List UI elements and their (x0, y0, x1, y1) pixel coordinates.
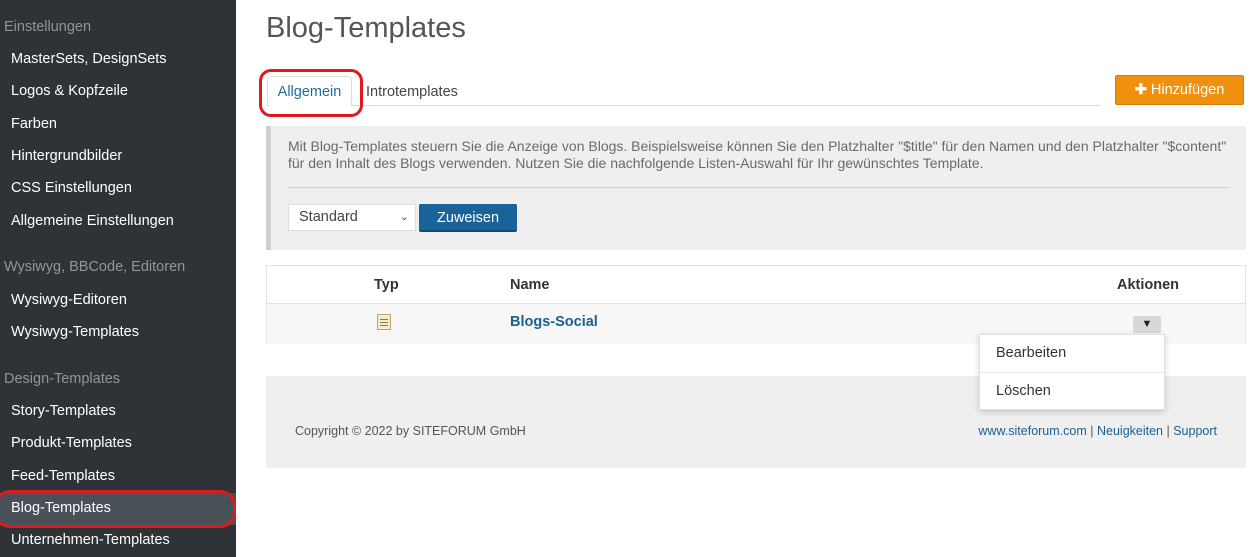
menu-item-loeschen[interactable]: Löschen (980, 373, 1164, 410)
menu-item-bearbeiten[interactable]: Bearbeiten (980, 335, 1164, 372)
sidebar-item-story-templates[interactable]: Story-Templates (11, 403, 116, 419)
sidebar-section-wysiwyg: Wysiwyg, BBCode, Editoren (4, 259, 186, 275)
template-select[interactable]: Standard ⌄ (288, 204, 416, 231)
actions-menu: Bearbeiten Löschen (979, 334, 1165, 410)
sidebar-section-einstellungen: Einstellungen (4, 19, 92, 35)
sidebar-item-produkt-templates[interactable]: Produkt-Templates (11, 435, 132, 451)
footer-link-support[interactable]: Support (1173, 424, 1217, 438)
actions-dropdown-button[interactable]: ▼ (1133, 316, 1161, 333)
sidebar-item-mastersets[interactable]: MasterSets, DesignSets (11, 51, 167, 67)
footer-links: www.siteforum.com | Neuigkeiten | Suppor… (978, 424, 1217, 438)
footer-separator: | (1090, 424, 1094, 438)
footer-link-siteforum[interactable]: www.siteforum.com (978, 424, 1086, 438)
document-icon (377, 314, 391, 330)
sidebar-item-unternehmen-templates[interactable]: Unternehmen-Templates (11, 532, 170, 548)
add-button-label: Hinzufügen (1150, 82, 1225, 98)
sidebar-item-hintergrundbilder[interactable]: Hintergrundbilder (11, 148, 122, 164)
sidebar-item-logos[interactable]: Logos & Kopfzeile (11, 83, 128, 99)
column-header-name: Name (510, 277, 550, 293)
add-button[interactable]: ✚ Hinzufügen (1115, 75, 1244, 105)
tab-introtemplates[interactable]: Introtemplates (366, 84, 458, 100)
sidebar-item-feed-templates[interactable]: Feed-Templates (11, 468, 115, 484)
sidebar-item-wysiwyg-editoren[interactable]: Wysiwyg-Editoren (11, 292, 127, 308)
chevron-down-icon: ▼ (1141, 318, 1153, 330)
copyright-text: Copyright © 2022 by SITEFORUM GmbH (295, 424, 526, 438)
footer-separator: | (1166, 424, 1170, 438)
sidebar-item-css[interactable]: CSS Einstellungen (11, 180, 132, 196)
sidebar-section-design-templates: Design-Templates (4, 371, 121, 387)
tabs-divider (266, 105, 1101, 106)
info-panel: Mit Blog-Templates steuern Sie die Anzei… (266, 126, 1246, 250)
sidebar-item-farben[interactable]: Farben (11, 116, 57, 132)
assign-button[interactable]: Zuweisen (419, 204, 517, 232)
template-select-value: Standard (299, 209, 358, 225)
sidebar-item-wysiwyg-templates[interactable]: Wysiwyg-Templates (11, 324, 139, 340)
page-title: Blog-Templates (266, 12, 466, 44)
table-header: Typ Name Aktionen (267, 266, 1245, 304)
highlight-annotation-sidebar (0, 490, 236, 528)
template-name-link[interactable]: Blogs-Social (510, 314, 598, 330)
sidebar: Einstellungen MasterSets, DesignSets Log… (0, 0, 236, 557)
templates-table: Typ Name Aktionen Blogs-Social ▼ (266, 265, 1246, 344)
main-content: Blog-Templates Allgemein Introtemplates … (236, 0, 1250, 557)
info-divider (288, 187, 1230, 188)
highlight-annotation-tab (259, 69, 363, 117)
chevron-down-icon: ⌄ (399, 211, 409, 223)
footer-link-neuigkeiten[interactable]: Neuigkeiten (1097, 424, 1163, 438)
plus-icon: ✚ (1134, 82, 1147, 98)
info-text: Mit Blog-Templates steuern Sie die Anzei… (288, 138, 1227, 171)
column-header-aktionen: Aktionen (1117, 277, 1180, 293)
sidebar-item-allgemeine[interactable]: Allgemeine Einstellungen (11, 213, 174, 229)
column-header-typ: Typ (374, 277, 399, 293)
